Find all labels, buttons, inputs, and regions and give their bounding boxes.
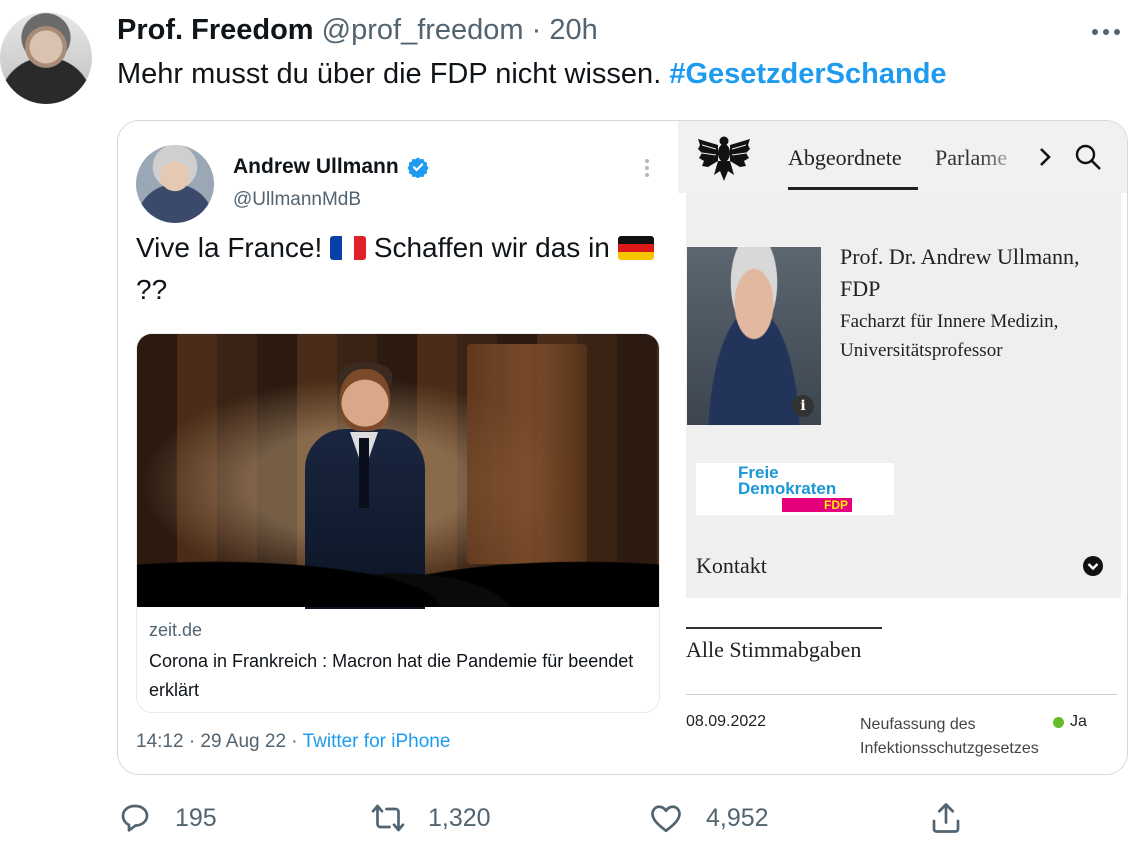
reply-icon bbox=[121, 804, 149, 832]
vote-status-dot bbox=[1053, 717, 1064, 728]
like-button[interactable]: 4,952 bbox=[648, 800, 769, 836]
fdp-logo: Freie Demokraten FDP bbox=[696, 463, 894, 515]
reply-button[interactable]: 195 bbox=[117, 800, 217, 836]
flag-france-icon bbox=[330, 236, 367, 260]
tweet-body: Mehr musst du über die FDP nicht wissen. bbox=[117, 58, 662, 90]
tweet-actions: 195 1,320 4,952 bbox=[0, 800, 1139, 844]
retweet-icon bbox=[371, 804, 405, 832]
author-avatar[interactable] bbox=[0, 12, 92, 104]
votes-divider bbox=[686, 627, 882, 629]
search-icon bbox=[1075, 144, 1101, 170]
vote-topic: Neufassung des Infektionsschutzgesetzes bbox=[860, 716, 1039, 757]
kontakt-label: Kontakt bbox=[696, 553, 767, 578]
vote-date: 08.09.2022 bbox=[686, 713, 767, 730]
profile-name: Prof. Dr. Andrew Ullmann, FDP bbox=[840, 244, 1080, 301]
votes-rule bbox=[686, 694, 1117, 695]
info-icon: i bbox=[792, 395, 814, 417]
hashtag-link[interactable]: #GesetzderSchande bbox=[669, 58, 946, 90]
bundestag-nav: Abgeordnete Parlame bbox=[678, 121, 1127, 193]
vote-result: Ja bbox=[1070, 713, 1087, 730]
link-title: Corona in Frankreich : Macron hat die Pa… bbox=[149, 651, 634, 700]
nav-tab-abgeordnete: Abgeordnete bbox=[788, 145, 902, 170]
link-preview-image bbox=[137, 334, 659, 609]
embedded-text-part3: ?? bbox=[136, 274, 168, 305]
embedded-timestamp: 14:12 · 29 Aug 22 · bbox=[136, 731, 298, 752]
tweet-header: Prof. Freedom @prof_freedom · 20h bbox=[117, 14, 598, 47]
embedded-author-name: Andrew Ullmann bbox=[233, 155, 399, 178]
embedded-text-part1: Vive la France! bbox=[136, 232, 323, 263]
profile-section: i Prof. Dr. Andrew Ullmann, FDP Facharzt… bbox=[686, 193, 1121, 598]
embedded-handle: @UllmannMdB bbox=[233, 189, 362, 210]
embedded-text-part2: Schaffen wir das in bbox=[373, 232, 610, 263]
author-name[interactable]: Prof. Freedom bbox=[117, 14, 314, 46]
embedded-tweet-screenshot: Andrew Ullmann @UllmannMdB Vive la Franc… bbox=[118, 121, 678, 774]
link-preview-card: zeit.de Corona in Frankreich : Macron ha… bbox=[136, 333, 660, 713]
federal-eagle-icon bbox=[698, 136, 750, 181]
votes-title: Alle Stimmabgaben bbox=[686, 637, 862, 662]
bundestag-profile-screenshot: Abgeordnete Parlame i Prof. Dr. Andrew U… bbox=[678, 121, 1127, 774]
retweet-button[interactable]: 1,320 bbox=[370, 800, 491, 836]
header-separator: · bbox=[531, 14, 542, 46]
author-handle[interactable]: @prof_freedom bbox=[322, 14, 524, 46]
like-count: 4,952 bbox=[706, 803, 769, 832]
retweet-count: 1,320 bbox=[428, 803, 491, 832]
chevron-right-icon bbox=[1040, 148, 1051, 166]
verified-badge-icon bbox=[407, 157, 429, 178]
tweet-text: Mehr musst du über die FDP nicht wissen.… bbox=[117, 58, 947, 91]
share-icon bbox=[932, 803, 960, 833]
reply-count: 195 bbox=[175, 803, 217, 832]
embedded-tweet-text: Vive la France! Schaffen wir das in ?? bbox=[136, 227, 666, 311]
embedded-footer: 14:12 · 29 Aug 22 · Twitter for iPhone bbox=[136, 731, 450, 753]
chevron-down-icon bbox=[1083, 556, 1103, 576]
embedded-avatar bbox=[136, 145, 214, 223]
embedded-source: Twitter for iPhone bbox=[302, 731, 451, 752]
link-domain: zeit.de bbox=[149, 620, 203, 640]
profile-photo: i bbox=[687, 247, 821, 425]
nav-active-underline bbox=[788, 187, 918, 190]
heart-icon bbox=[651, 805, 681, 833]
flag-germany-icon bbox=[617, 236, 654, 260]
tweet-time[interactable]: 20h bbox=[549, 14, 597, 46]
profile-occupation: Facharzt für Innere Medizin, Universität… bbox=[840, 311, 1059, 361]
more-options-icon[interactable] bbox=[1092, 22, 1124, 42]
tweet-media[interactable]: Andrew Ullmann @UllmannMdB Vive la Franc… bbox=[117, 120, 1128, 775]
embedded-more-icon bbox=[645, 159, 651, 179]
share-button[interactable] bbox=[928, 800, 964, 836]
embedded-author: Andrew Ullmann bbox=[233, 155, 429, 179]
